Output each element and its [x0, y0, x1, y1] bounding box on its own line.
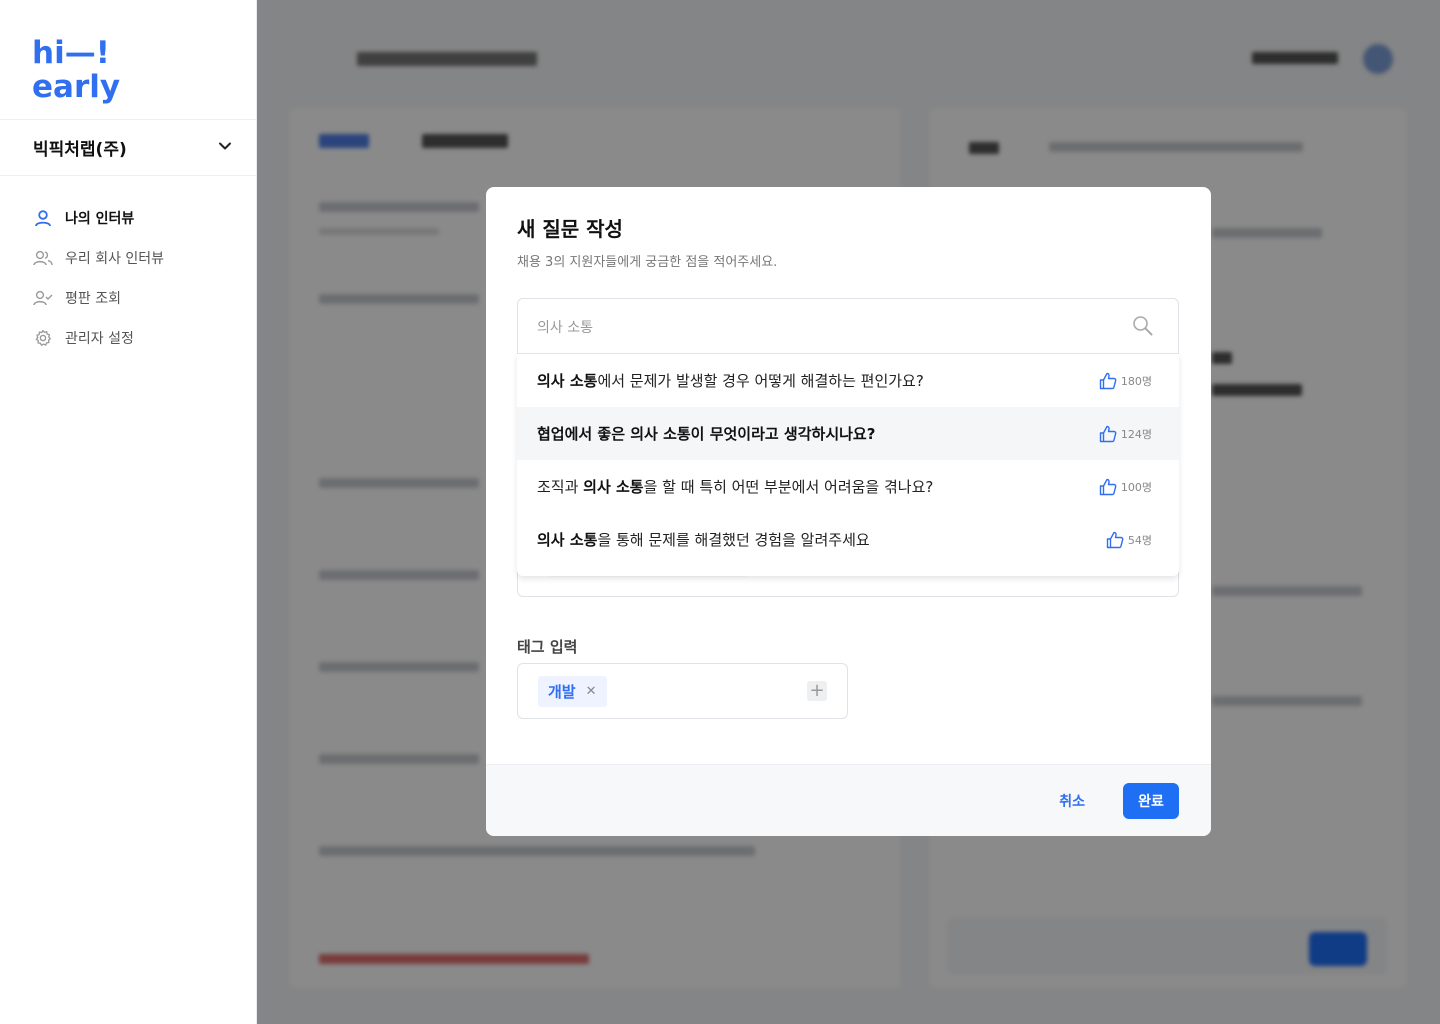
users-icon: [33, 248, 53, 268]
sidebar-item-company-interview[interactable]: 우리 회사 인터뷰: [33, 238, 164, 278]
suggestion-highlight: 의사 소통: [537, 531, 598, 549]
suggestion-highlight: 의사 소통: [537, 372, 598, 390]
modal-subtitle: 채용 3의 지원자들에게 궁금한 점을 적어주세요.: [517, 255, 778, 270]
suggestion-like[interactable]: 180명: [1099, 372, 1152, 390]
suggestion-like[interactable]: 54명: [1106, 531, 1152, 549]
plus-icon[interactable]: +: [807, 681, 827, 701]
suggestion-item[interactable]: 협업에서 좋은 의사 소통이 무엇이라고 생각하시나요? 124명: [517, 407, 1179, 460]
suggestion-like[interactable]: 124명: [1099, 425, 1152, 443]
thumbs-up-icon: [1106, 531, 1124, 548]
done-button[interactable]: 완료: [1123, 783, 1179, 819]
sidebar-item-reputation[interactable]: 평판 조회: [33, 278, 164, 318]
cancel-button[interactable]: 취소: [1049, 783, 1095, 819]
sidebar-item-label: 평판 조회: [65, 291, 121, 307]
company-selector[interactable]: 빅픽처랩(주): [0, 119, 256, 176]
sidebar: hi—! early 빅픽처랩(주) 나의 인터뷰 우리 회사 인터뷰 평판 조…: [0, 0, 257, 1024]
logo-line1: hi—!: [32, 35, 110, 71]
like-count: 100명: [1120, 480, 1152, 494]
user-check-icon: [33, 288, 53, 308]
thumbs-up-icon: [1099, 478, 1117, 495]
search-input[interactable]: [537, 315, 1097, 339]
new-question-modal: 새 질문 작성 채용 3의 지원자들에게 궁금한 점을 적어주세요. 의사 소통…: [486, 187, 1211, 836]
gear-icon: [33, 328, 53, 348]
sidebar-item-label: 우리 회사 인터뷰: [65, 251, 165, 267]
thumbs-up-icon: [1099, 372, 1117, 389]
suggestion-text: 을 할 때 특히 어떤 부분에서 어려움을 겪나요?: [643, 478, 934, 496]
chevron-down-icon: [218, 138, 232, 157]
suggestion-text-prefix: 조직과: [537, 478, 584, 496]
modal-title: 새 질문 작성: [517, 217, 623, 241]
logo-line2: early: [32, 69, 121, 105]
close-icon[interactable]: ✕: [586, 684, 597, 699]
suggestion-highlight: 의사 소통: [583, 478, 644, 496]
search-box: [518, 299, 1178, 354]
tag-label: 태그 입력: [517, 638, 578, 656]
sidebar-item-label: 관리자 설정: [65, 331, 134, 347]
thumbs-up-icon: [1099, 425, 1117, 442]
like-count: 54명: [1127, 533, 1152, 547]
sidebar-item-my-interview[interactable]: 나의 인터뷰: [33, 198, 164, 238]
modal-footer: 취소 완료: [486, 764, 1211, 836]
suggestion-item[interactable]: 의사 소통을 통해 문제를 해결했던 경험을 알려주세요 54명: [517, 513, 1179, 566]
suggestion-like[interactable]: 100명: [1099, 478, 1152, 496]
suggestion-text: 에서 문제가 발생할 경우 어떻게 해결하는 편인가요?: [597, 372, 924, 390]
suggestion-list: 의사 소통에서 문제가 발생할 경우 어떻게 해결하는 편인가요? 180명 협…: [517, 354, 1179, 576]
suggestion-text: 을 통해 문제를 해결했던 경험을 알려주세요: [597, 531, 870, 549]
logo[interactable]: hi—! early: [32, 36, 132, 106]
like-count: 124명: [1120, 427, 1152, 441]
search-icon[interactable]: [1132, 315, 1154, 337]
sidebar-nav: 나의 인터뷰 우리 회사 인터뷰 평판 조회 관리자 설정: [33, 198, 164, 358]
tag-chip: 개발 ✕: [538, 676, 607, 707]
question-search: 의사 소통에서 문제가 발생할 경우 어떻게 해결하는 편인가요? 180명 협…: [517, 298, 1179, 597]
suggestion-text: 협업에서 좋은 의사 소통이 무엇이라고 생각하시나요?: [537, 425, 876, 443]
tag-chip-label: 개발: [548, 683, 576, 701]
company-name: 빅픽처랩(주): [33, 140, 127, 160]
tag-input[interactable]: 개발 ✕ +: [517, 663, 848, 719]
sidebar-item-admin-settings[interactable]: 관리자 설정: [33, 318, 164, 358]
like-count: 180명: [1120, 374, 1152, 388]
sidebar-item-label: 나의 인터뷰: [65, 211, 135, 227]
user-icon: [33, 208, 53, 228]
suggestion-item[interactable]: 의사 소통에서 문제가 발생할 경우 어떻게 해결하는 편인가요? 180명: [517, 354, 1179, 407]
suggestion-item[interactable]: 조직과 의사 소통을 할 때 특히 어떤 부분에서 어려움을 겪나요? 100명: [517, 460, 1179, 513]
